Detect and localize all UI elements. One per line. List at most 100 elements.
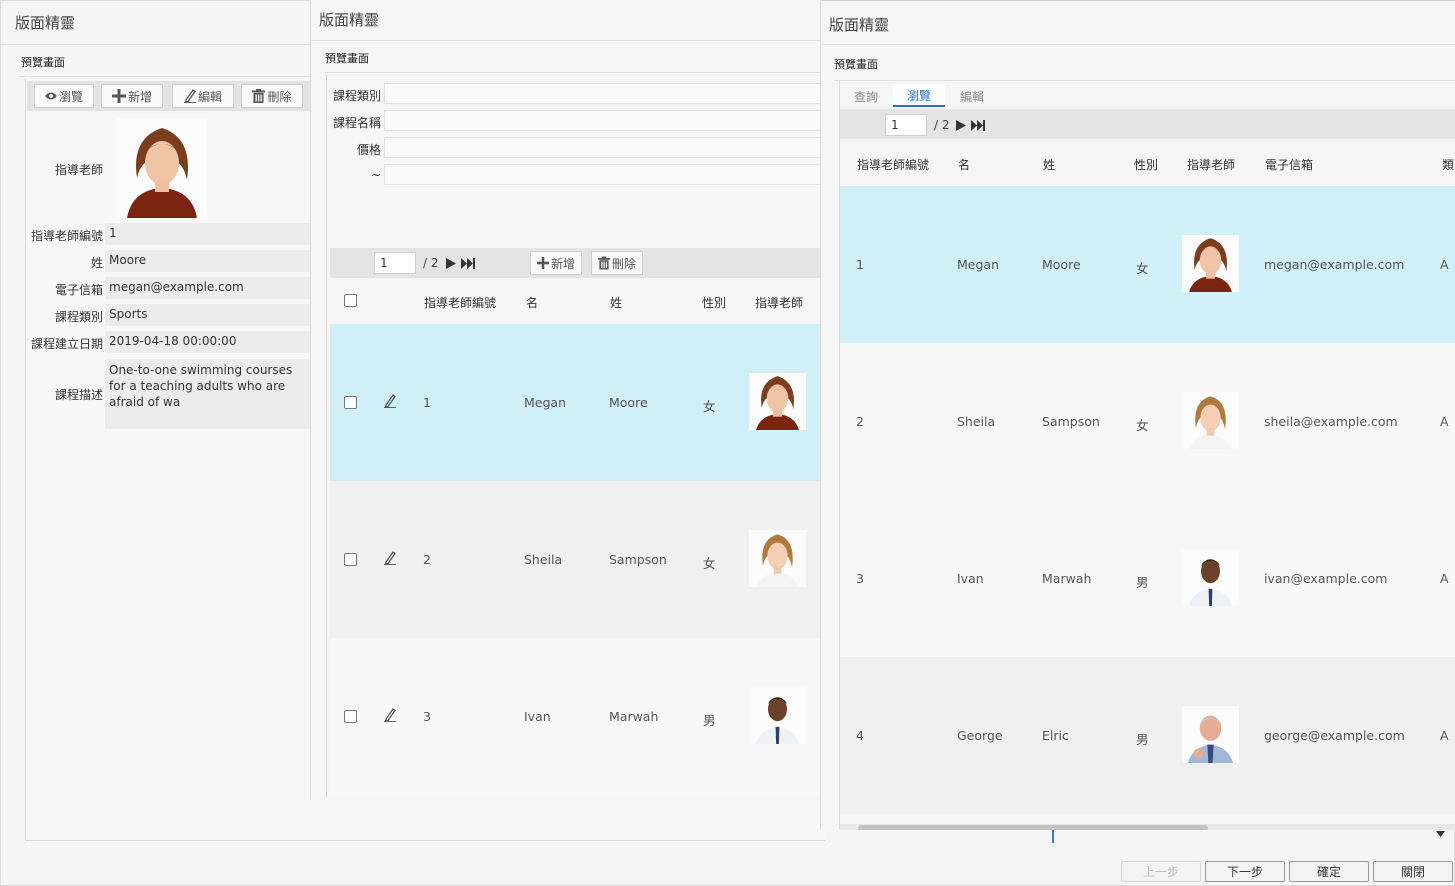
col-category[interactable]: 類 bbox=[1442, 156, 1454, 173]
col-gender[interactable]: 性別 bbox=[1134, 156, 1158, 173]
description-label: 課程描述 bbox=[54, 388, 103, 402]
cell-first-name: Megan bbox=[957, 257, 999, 272]
edit-button[interactable]: 編輯 bbox=[172, 84, 234, 108]
plus-icon bbox=[537, 257, 549, 269]
query-name-label: 課程名稱 bbox=[332, 116, 381, 130]
edit-row-icon[interactable] bbox=[384, 708, 396, 722]
next-step-button[interactable]: 下一步 bbox=[1205, 861, 1285, 882]
table-row[interactable]: 3 Ivan Marwah 男 bbox=[330, 638, 830, 795]
col-teacher[interactable]: 指導老師 bbox=[755, 294, 803, 311]
cell-category: A bbox=[1440, 414, 1449, 429]
email-label: 電子信箱 bbox=[54, 283, 103, 297]
category-value: Sports bbox=[105, 304, 312, 326]
grid-add-label: 新增 bbox=[550, 256, 575, 271]
grid-toolbar: 1 / 2 新增 刪除 bbox=[330, 248, 830, 278]
scrollbar-thumb[interactable] bbox=[858, 825, 1208, 830]
edit-label: 編輯 bbox=[197, 89, 222, 104]
cell-last-name: Moore bbox=[1042, 257, 1081, 272]
title-divider bbox=[1, 44, 313, 45]
query-price-min-input[interactable] bbox=[384, 137, 824, 158]
grid-header: 指導老師編號 名 姓 性別 指導老師 bbox=[330, 278, 830, 324]
eye-icon bbox=[44, 92, 57, 100]
edit-row-icon[interactable] bbox=[384, 394, 396, 408]
title-divider bbox=[821, 44, 1455, 45]
tab-browse[interactable]: 瀏覽 bbox=[893, 85, 945, 107]
trash-icon bbox=[252, 89, 266, 103]
table-row[interactable]: 1 Megan Moore 女 bbox=[330, 324, 830, 481]
col-last-name[interactable]: 姓 bbox=[610, 294, 622, 311]
ok-button[interactable]: 確定 bbox=[1289, 861, 1369, 882]
grid-toolbar: 1 / 2 bbox=[840, 109, 1455, 139]
grid-header: 指導老師編號 名 姓 性別 指導老師 電子信箱 類 bbox=[840, 139, 1455, 186]
cell-teacher-id: 3 bbox=[423, 709, 431, 724]
tab-query[interactable]: 查詢 bbox=[843, 85, 889, 107]
col-gender[interactable]: 性別 bbox=[702, 294, 726, 311]
teacher-photo bbox=[1182, 706, 1239, 763]
page-total: / 2 bbox=[934, 118, 950, 132]
close-button[interactable]: 關閉 bbox=[1373, 861, 1453, 882]
delete-button[interactable]: 刪除 bbox=[241, 84, 303, 108]
cell-teacher-id: 4 bbox=[856, 728, 864, 743]
cell-gender: 女 bbox=[703, 556, 716, 571]
browse-button[interactable]: 瀏覽 bbox=[34, 84, 94, 108]
cell-last-name: Moore bbox=[609, 395, 648, 410]
preview-label: 預覽畫面 bbox=[834, 58, 878, 71]
col-last-name[interactable]: 姓 bbox=[1043, 156, 1055, 173]
next-page-icon[interactable] bbox=[446, 258, 456, 269]
add-button[interactable]: 新增 bbox=[101, 84, 163, 108]
cell-first-name: Ivan bbox=[957, 571, 984, 586]
table-row[interactable]: 2 Sheila Sampson 女 sheila@example.com A bbox=[840, 343, 1455, 500]
col-first-name[interactable]: 名 bbox=[526, 294, 538, 311]
cell-last-name: Elric bbox=[1042, 728, 1069, 743]
cell-category: A bbox=[1440, 728, 1449, 743]
window-title: 版面精靈 bbox=[15, 14, 76, 32]
pencil-icon bbox=[183, 89, 196, 103]
page-total: / 2 bbox=[423, 256, 439, 270]
row-checkbox[interactable] bbox=[344, 553, 357, 566]
teacher-label: 指導老師 bbox=[54, 163, 103, 177]
col-teacher[interactable]: 指導老師 bbox=[1187, 156, 1235, 173]
cell-first-name: George bbox=[957, 728, 1003, 743]
teacher-photo bbox=[1182, 392, 1239, 449]
select-all-checkbox[interactable] bbox=[344, 294, 357, 307]
cell-last-name: Marwah bbox=[1042, 571, 1092, 586]
query-price-max-input[interactable] bbox=[384, 164, 824, 185]
created-value: 2019-04-18 00:00:00 bbox=[105, 331, 312, 353]
cell-last-name: Sampson bbox=[609, 552, 667, 567]
cell-category: A bbox=[1440, 571, 1449, 586]
teacher-id-label: 指導老師編號 bbox=[30, 229, 103, 243]
tab-edit[interactable]: 編輯 bbox=[949, 85, 995, 107]
page-input[interactable]: 1 bbox=[374, 252, 416, 274]
scroll-down-icon[interactable] bbox=[1436, 831, 1445, 837]
col-email[interactable]: 電子信箱 bbox=[1265, 156, 1313, 173]
next-page-icon[interactable] bbox=[956, 120, 966, 131]
edit-row-icon[interactable] bbox=[384, 551, 396, 565]
row-checkbox[interactable] bbox=[344, 396, 357, 409]
query-name-input[interactable] bbox=[384, 110, 824, 131]
col-teacher-id[interactable]: 指導老師編號 bbox=[857, 156, 929, 173]
table-row[interactable]: 4 George Elric 男 george@example.com A bbox=[840, 657, 1455, 814]
table-row[interactable]: 1 Megan Moore 女 megan@example.com A bbox=[840, 186, 1455, 343]
cell-email: ivan@example.com bbox=[1264, 571, 1388, 586]
delete-label: 刪除 bbox=[267, 89, 292, 104]
form-toolbar: 瀏覽 新增 編輯 刪除 bbox=[27, 81, 313, 111]
last-page-icon[interactable] bbox=[461, 258, 475, 269]
grid-delete-button[interactable]: 刪除 bbox=[591, 251, 643, 275]
query-price-label: 價格 bbox=[356, 143, 381, 157]
table-row[interactable]: 3 Ivan Marwah 男 ivan@example.com A bbox=[840, 500, 1455, 657]
row-checkbox[interactable] bbox=[344, 710, 357, 723]
text-cursor bbox=[1052, 830, 1054, 843]
query-category-input[interactable] bbox=[384, 83, 824, 104]
preview-label: 預覽畫面 bbox=[21, 56, 65, 69]
cell-category: A bbox=[1440, 257, 1449, 272]
prev-step-button[interactable]: 上一步 bbox=[1121, 861, 1201, 882]
col-first-name[interactable]: 名 bbox=[958, 156, 970, 173]
horizontal-scrollbar[interactable] bbox=[840, 824, 1455, 830]
page-input[interactable]: 1 bbox=[885, 114, 927, 136]
created-label: 課程建立日期 bbox=[30, 337, 103, 351]
grid-add-button[interactable]: 新增 bbox=[530, 251, 582, 275]
table-row[interactable]: 2 Sheila Sampson 女 bbox=[330, 481, 830, 638]
browse-label: 瀏覽 bbox=[58, 89, 83, 104]
last-page-icon[interactable] bbox=[971, 120, 985, 131]
col-teacher-id[interactable]: 指導老師編號 bbox=[424, 294, 496, 311]
